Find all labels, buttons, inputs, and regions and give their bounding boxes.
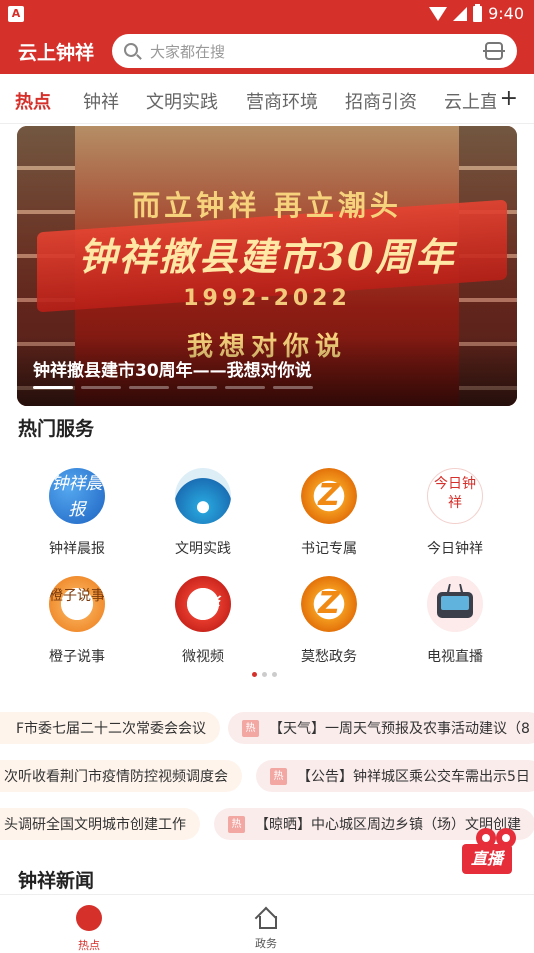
service-label: 钟祥晨报 xyxy=(49,541,105,557)
service-civilization-practice[interactable]: 文明实践 xyxy=(148,468,258,558)
app-header: 云上钟祥 大家都在搜 xyxy=(0,28,534,74)
tv-live-icon xyxy=(427,576,483,632)
banner-dot xyxy=(81,386,121,389)
banner-dot xyxy=(273,386,313,389)
app-title: 云上钟祥 xyxy=(18,42,95,64)
battery-icon xyxy=(473,3,483,22)
tab-zhongxiang[interactable]: 钟祥 xyxy=(83,88,119,114)
service-label: 电视直播 xyxy=(427,649,483,665)
news-section-title: 钟祥新闻 xyxy=(18,870,95,892)
nav-government[interactable]: 政务 xyxy=(226,903,306,951)
ticker-item[interactable]: 头调研全国文明城市创建工作 xyxy=(0,808,200,840)
orange-talk-icon: 橙子说事 xyxy=(49,576,105,632)
pager-dot xyxy=(252,672,257,677)
status-bar: A 9:40 xyxy=(0,0,534,28)
banner-dot xyxy=(177,386,217,389)
nav-label: 政务 xyxy=(255,937,277,950)
service-micro-video[interactable]: 精彩 微视频 xyxy=(148,576,258,666)
search-icon xyxy=(124,43,138,57)
service-today-zhongxiang[interactable]: 今日钟祥 今日钟祥 xyxy=(400,468,510,558)
home-icon xyxy=(255,907,277,929)
news-ticker-row: 头调研全国文明城市创建工作 热 【晾晒】中心城区周边乡镇（场）文明创建 xyxy=(0,808,534,842)
live-label: 直播 xyxy=(462,844,512,874)
scan-icon[interactable] xyxy=(483,42,505,60)
pager-dot xyxy=(272,672,277,677)
mochou-government-icon: Z xyxy=(301,576,357,632)
service-label: 莫愁政务 xyxy=(301,649,357,665)
tab-civilization[interactable]: 文明实践 xyxy=(146,88,218,114)
signal-icon xyxy=(453,6,468,21)
bottom-nav: 热点 政务 xyxy=(0,894,534,953)
today-zhongxiang-icon: 今日钟祥 xyxy=(427,468,483,524)
hot-services-title: 热门服务 xyxy=(18,418,95,440)
service-mochou-government[interactable]: Z 莫愁政务 xyxy=(274,576,384,666)
status-time: 9:40 xyxy=(488,4,524,23)
service-label: 橙子说事 xyxy=(49,649,105,665)
pager-dot xyxy=(262,672,267,677)
notification-a-icon: A xyxy=(8,6,24,22)
tab-hot[interactable]: 热点 xyxy=(15,88,51,114)
ticker-item[interactable]: 次听收看荆门市疫情防控视频调度会 xyxy=(0,760,242,792)
nav-hot[interactable]: 热点 xyxy=(49,903,129,953)
hot-badge-icon: 热 xyxy=(242,719,259,737)
service-tv-live[interactable]: 电视直播 xyxy=(400,576,510,666)
zhongxiang-morning-news-icon: 钟祥晨报 xyxy=(49,468,105,524)
service-label: 今日钟祥 xyxy=(427,541,483,557)
service-zhongxiang-morning-news[interactable]: 钟祥晨报 钟祥晨报 xyxy=(22,468,132,558)
banner-dot xyxy=(225,386,265,389)
tab-yunshang-live[interactable]: 云上直 xyxy=(444,88,498,114)
hot-badge-icon: 热 xyxy=(270,767,287,785)
add-channel-icon[interactable]: + xyxy=(495,86,518,111)
live-float-button[interactable]: 直播 xyxy=(458,826,522,878)
channel-tabs: 热点 钟祥 文明实践 营商环境 招商引资 云上直 + xyxy=(0,74,534,124)
banner-dot xyxy=(33,386,73,389)
search-bar[interactable]: 大家都在搜 xyxy=(112,34,517,68)
news-ticker-row: 次听收看荆门市疫情防控视频调度会 热 【公告】钟祥城区乘公交车需出示5日 xyxy=(0,760,534,794)
tab-business-env[interactable]: 营商环境 xyxy=(246,88,318,114)
micro-video-icon: 精彩 xyxy=(175,576,231,632)
banner-headline: 钟祥撤县建市30周年 xyxy=(78,234,456,279)
civilization-practice-icon xyxy=(175,468,231,524)
hot-badge-icon: 热 xyxy=(228,815,245,833)
service-label: 书记专属 xyxy=(301,541,357,557)
secretary-icon: Z xyxy=(301,468,357,524)
service-secretary[interactable]: Z 书记专属 xyxy=(274,468,384,558)
hero-banner[interactable]: 而立钟祥 再立潮头 钟祥撤县建市30周年 1992-2022 我想对你说 钟祥撤… xyxy=(17,126,517,406)
wifi-icon xyxy=(429,6,448,21)
banner-indicator xyxy=(33,386,313,389)
service-label: 微视频 xyxy=(182,649,224,665)
banner-dot xyxy=(129,386,169,389)
services-pager xyxy=(252,672,277,677)
ticker-item[interactable]: F市委七届二十二次常委会会议 xyxy=(0,712,221,744)
service-orange-talk[interactable]: 橙子说事 橙子说事 xyxy=(22,576,132,666)
ticker-item[interactable]: 热 【公告】钟祥城区乘公交车需出示5日 xyxy=(256,760,534,792)
hot-icon xyxy=(76,905,102,931)
search-placeholder: 大家都在搜 xyxy=(150,43,226,61)
tab-investment[interactable]: 招商引资 xyxy=(345,88,417,114)
banner-caption: 钟祥撤县建市30周年——我想对你说 xyxy=(33,361,312,381)
news-ticker-row: F市委七届二十二次常委会会议 热 【天气】一周天气预报及农事活动建议（8 xyxy=(0,712,534,746)
service-label: 文明实践 xyxy=(175,541,231,557)
status-right: 9:40 xyxy=(429,3,524,23)
banner-slogan: 而立钟祥 再立潮头 xyxy=(132,189,402,222)
ticker-item[interactable]: 热 【天气】一周天气预报及农事活动建议（8 xyxy=(228,712,534,744)
banner-years: 1992-2022 xyxy=(183,286,351,311)
nav-label: 热点 xyxy=(78,939,100,952)
